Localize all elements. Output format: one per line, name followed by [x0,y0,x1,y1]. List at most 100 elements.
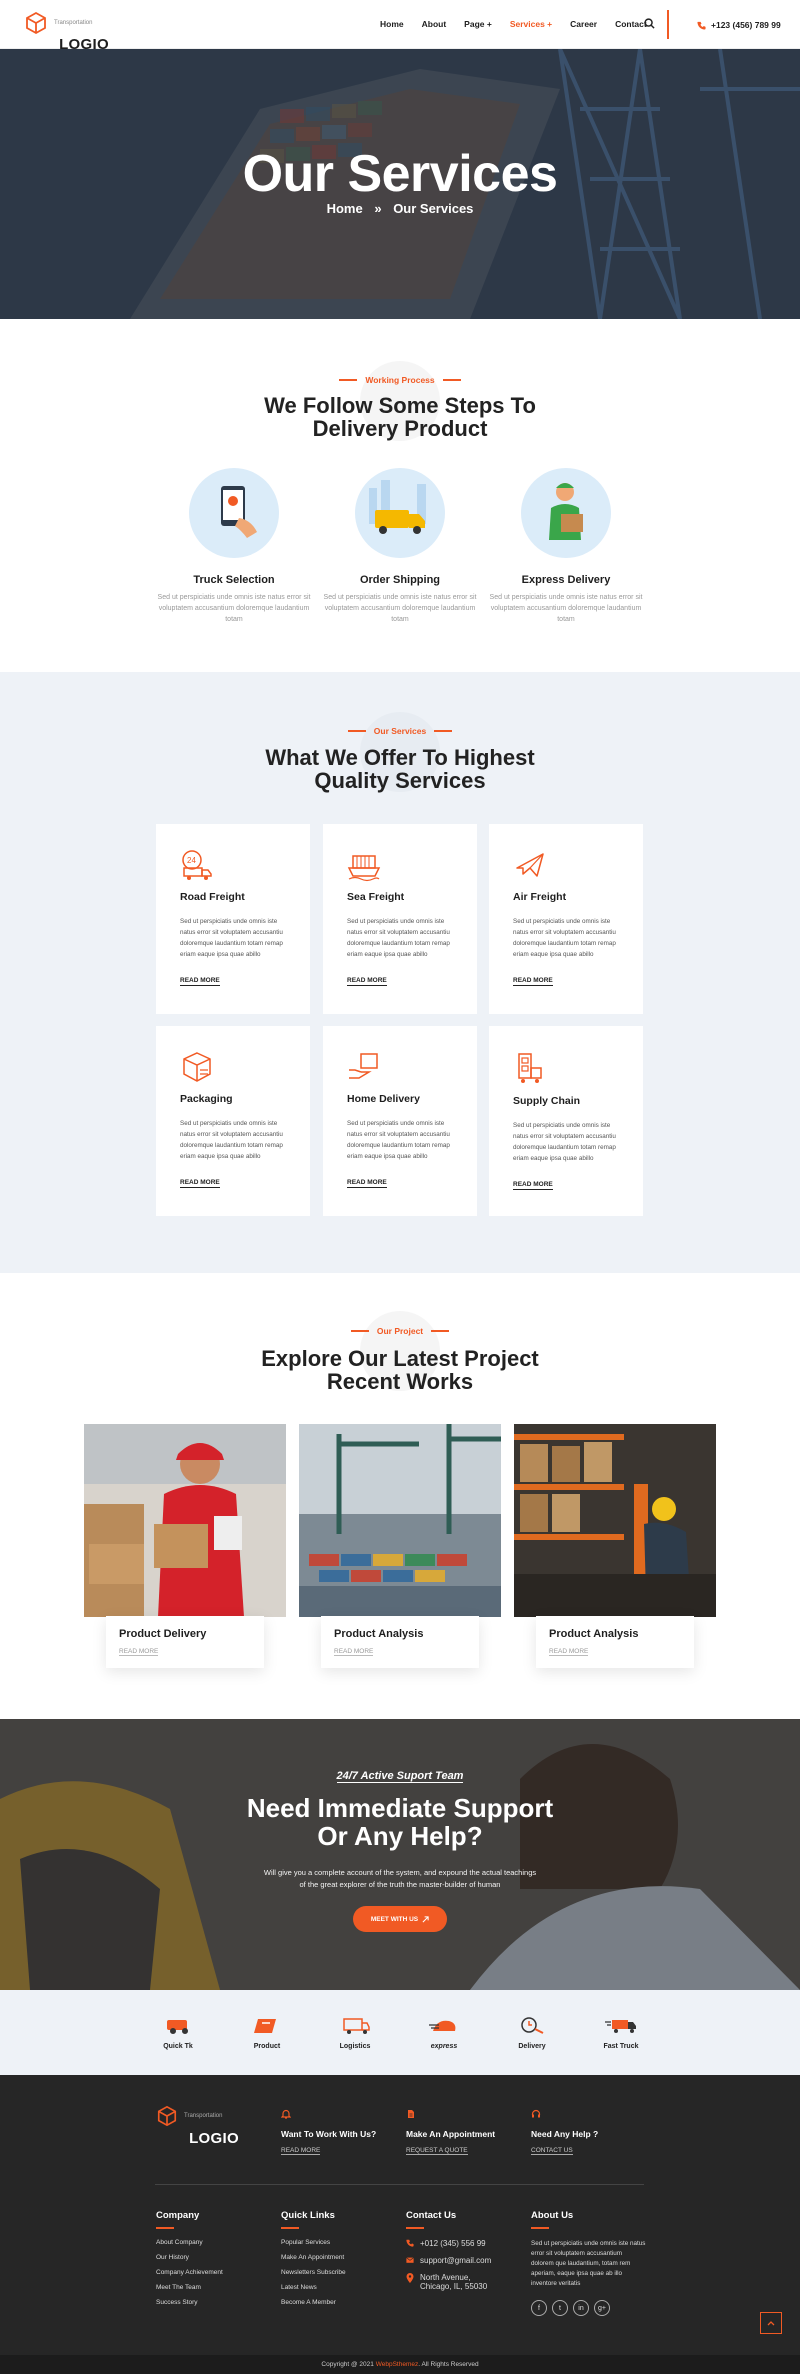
service-card[interactable]: Packaging Sed ut perspiciatis unde omnis… [156,1026,310,1216]
logo-tagline: Transportation [54,20,93,26]
package-icon [183,1052,211,1082]
project-caption[interactable]: Product Delivery READ MORE [106,1616,264,1668]
service-text: Sed ut perspiciatis unde omnis iste natu… [180,1120,283,1160]
arrow-icon [422,1915,429,1922]
search-icon[interactable] [644,18,655,29]
footer-link[interactable]: Popular Services [281,2239,346,2254]
main-nav: Home About Page + Services + Career Cont… [380,19,665,29]
footer-logo[interactable]: LOGIO Transportation [156,2105,239,2146]
copyright-brand-link[interactable]: WebpSthemez [376,2361,419,2368]
footer-link[interactable]: Make An Appointment [281,2254,346,2269]
header-phone[interactable]: +123 (456) 789 99 [697,20,781,30]
service-title: Home Delivery [347,1093,420,1105]
nav-page[interactable]: Page + [464,19,492,29]
footer-link[interactable]: Our History [156,2254,223,2269]
nav-about[interactable]: About [422,19,447,29]
service-card[interactable]: Home Delivery Sed ut perspiciatis unde o… [323,1026,477,1216]
breadcrumb-home[interactable]: Home [327,201,363,216]
logo-tagline: Transportation [184,2113,223,2119]
headset-icon [531,2109,541,2118]
footer-cta-link[interactable]: CONTACT US [531,2147,573,2155]
footer-email[interactable]: support@gmail.com [406,2256,491,2265]
brand-logo[interactable]: Quick Tk [148,2017,208,2050]
footer-link[interactable]: Company Achievement [156,2269,223,2284]
footer-company-column: Company About Company Our History Compan… [156,2210,223,2314]
nav-contact[interactable]: Contact [615,19,647,29]
quick-tk-icon [167,2020,188,2034]
service-card[interactable]: Sea Freight Sed ut perspiciatis unde omn… [323,824,477,1014]
section-subtitle: Working Process [0,375,800,385]
page-title: Our Services [242,145,558,203]
facebook-icon[interactable]: f [531,2300,547,2316]
read-more-link[interactable]: READ MORE [180,977,220,986]
read-more-link[interactable]: READ MORE [119,1648,159,1656]
project-caption[interactable]: Product Analysis READ MORE [536,1616,694,1668]
footer-about-text: Sed ut perspiciatis unde omnis iste natu… [531,2240,646,2287]
read-more-link[interactable]: READ MORE [513,1181,553,1190]
footer-cta-title: Make An Appointment [406,2129,496,2139]
service-card[interactable]: Air Freight Sed ut perspiciatis unde omn… [489,824,643,1014]
home-delivery-icon [349,1053,378,1079]
service-title: Road Freight [180,891,245,903]
express-icon [429,2020,456,2031]
section-title: We Follow Some Steps To Delivery Product [264,393,536,441]
nav-home[interactable]: Home [380,19,404,29]
footer-link[interactable]: Meet The Team [156,2284,223,2299]
footer-link[interactable]: Become A Member [281,2299,346,2314]
truck-icon: 24 [182,850,212,880]
support-background [0,1719,800,1990]
svg-text:24: 24 [187,856,196,865]
read-more-link[interactable]: READ MORE [549,1648,589,1656]
google-plus-icon[interactable]: g+ [594,2300,610,2316]
footer-link[interactable]: Success Story [156,2299,223,2314]
breadcrumb-current: Our Services [393,201,474,216]
section-title: What We Offer To Highest Quality Services [265,745,535,793]
working-process-section: Working Process We Follow Some Steps To D… [0,319,800,672]
twitter-icon[interactable]: t [552,2300,568,2316]
read-more-link[interactable]: READ MORE [347,977,387,986]
service-card[interactable]: Supply Chain Sed ut perspiciatis unde om… [489,1026,643,1216]
read-more-link[interactable]: READ MORE [334,1648,374,1656]
footer-divider [155,2184,644,2185]
read-more-link[interactable]: READ MORE [180,1179,220,1188]
brand-logo[interactable]: Fast Truck [591,2017,651,2050]
meet-with-us-button[interactable]: MEET WITH US [353,1906,447,1932]
logo-name: LOGIO [189,2130,239,2147]
logistics-icon [343,2018,370,2034]
box-logo-icon [26,11,46,35]
read-more-link[interactable]: READ MORE [513,977,553,986]
instagram-icon[interactable]: in [573,2300,589,2316]
scroll-to-top-button[interactable] [760,2312,782,2334]
footer-about-column: About Us Sed ut perspiciatis unde omnis … [531,2210,646,2316]
brand-logo[interactable]: Delivery [502,2017,562,2050]
brand-logo[interactable]: Logistics [325,2017,385,2050]
services-section: Our Services What We Offer To Highest Qua… [0,672,800,1273]
nav-services[interactable]: Services + [510,19,552,29]
section-subtitle: Our Services [0,726,800,736]
footer-link[interactable]: About Company [156,2239,223,2254]
read-more-link[interactable]: READ MORE [347,1179,387,1188]
project-image-delivery-man[interactable] [84,1424,286,1617]
footer-link[interactable]: Newsletters Subscribe [281,2269,346,2284]
location-icon [406,2273,414,2283]
logo[interactable]: LOGIO Transportation [24,11,109,52]
brand-logo[interactable]: Product [237,2017,297,2050]
footer-column-title: About Us [531,2210,574,2221]
service-card[interactable]: 24 Road Freight Sed ut perspiciatis unde… [156,824,310,1014]
footer-cta-link[interactable]: READ MORE [281,2147,321,2155]
project-image-port[interactable] [299,1424,501,1617]
footer-address: North Avenue, Chicago, IL, 55030 [406,2273,491,2291]
project-title: Product Analysis [549,1628,639,1640]
footer-cta-link[interactable]: REQUEST A QUOTE [406,2147,468,2155]
project-image-warehouse[interactable] [514,1424,716,1617]
header-divider [667,10,669,39]
section-subtitle: Our Project [0,1326,800,1336]
footer-phone[interactable]: +012 (345) 556 99 [406,2239,491,2248]
project-caption[interactable]: Product Analysis READ MORE [321,1616,479,1668]
step-text: Sed ut perspiciatis unde omnis iste natu… [157,594,311,623]
footer-link[interactable]: Latest News [281,2284,346,2299]
section-title: Explore Our Latest Project Recent Works [261,1346,539,1394]
nav-career[interactable]: Career [570,19,597,29]
brand-logo[interactable]: express [414,2017,474,2050]
service-title: Supply Chain [513,1095,581,1107]
